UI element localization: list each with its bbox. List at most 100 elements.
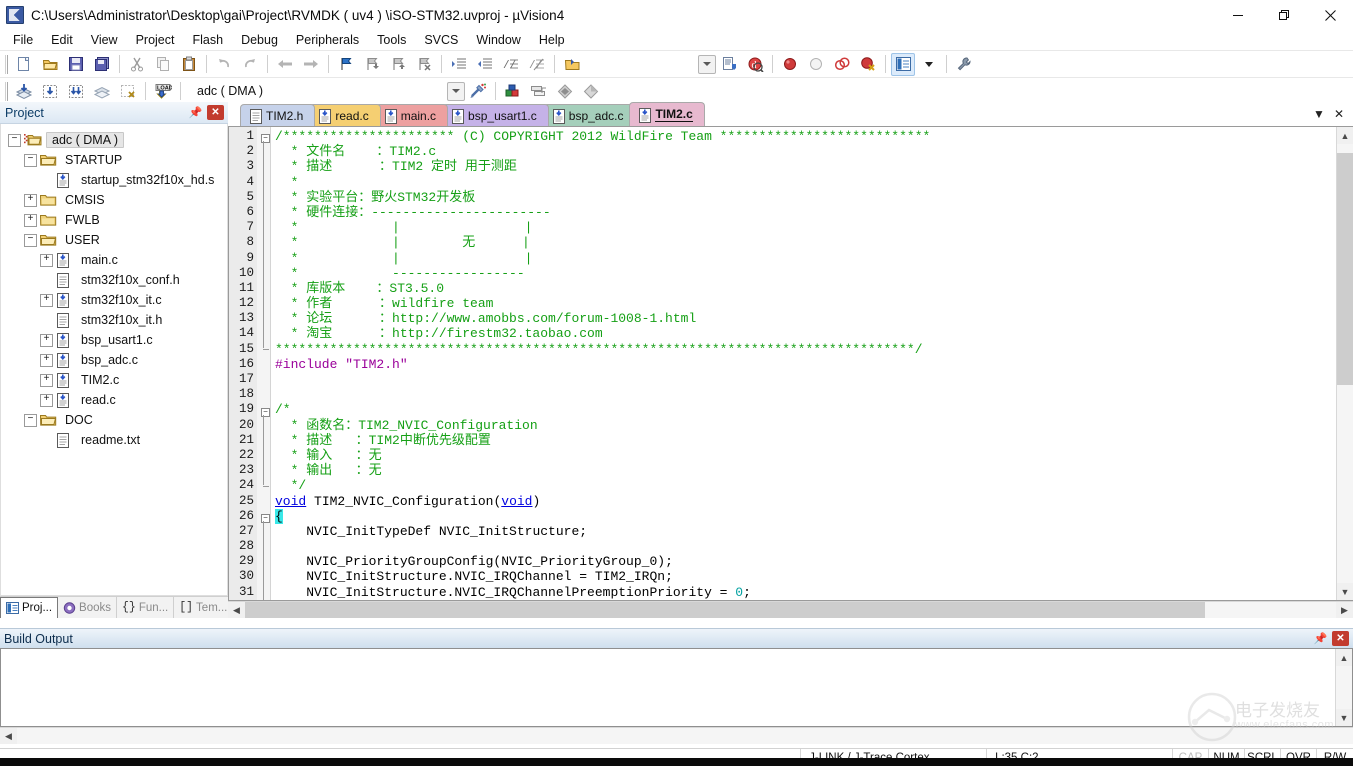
- toolbar-grip[interactable]: [4, 54, 9, 74]
- indent-increase-icon[interactable]: [447, 53, 471, 76]
- debug-start-icon[interactable]: d: [743, 53, 767, 76]
- project-tree[interactable]: − adc ( DMA ) − STARTUP startup_stm32f10x_hd…: [0, 124, 228, 596]
- tree-item-main-c[interactable]: + main.c: [4, 250, 227, 270]
- tree-item-bsp-usart1-c[interactable]: + bsp_usart1.c: [4, 330, 227, 350]
- editor-tab-tim2-h[interactable]: TIM2.h: [240, 104, 316, 126]
- build-output-vertical-scrollbar[interactable]: ▲ ▼: [1335, 649, 1352, 726]
- paste-icon[interactable]: [177, 53, 201, 76]
- tree-item-user[interactable]: − USER: [4, 230, 227, 250]
- uncomment-icon[interactable]: //: [525, 53, 549, 76]
- navigate-back-icon[interactable]: [273, 53, 297, 76]
- tree-item-startup-stm32f10x-hd-s[interactable]: startup_stm32f10x_hd.s: [4, 170, 227, 190]
- bookmark-next-icon[interactable]: [386, 53, 410, 76]
- code-folding-gutter[interactable]: − − −: [257, 127, 271, 600]
- chevron-up-icon[interactable]: ▲: [1337, 127, 1353, 144]
- breakpoint-disable-all-icon[interactable]: [830, 53, 854, 76]
- tree-item-readme-txt[interactable]: readme.txt: [4, 430, 227, 450]
- manage-components-icon[interactable]: [501, 80, 525, 103]
- close-button[interactable]: [1307, 0, 1353, 30]
- build-hscroll-track[interactable]: [17, 728, 1353, 744]
- pin-icon[interactable]: 📌: [1312, 630, 1329, 647]
- tab-templates[interactable]: [] Tem...: [174, 597, 234, 618]
- comment-icon[interactable]: //: [499, 53, 523, 76]
- pack-icon[interactable]: [579, 80, 603, 103]
- cut-icon[interactable]: [125, 53, 149, 76]
- editor-tab-tim2-c[interactable]: TIM2.c: [629, 102, 705, 126]
- save-icon[interactable]: [64, 53, 88, 76]
- navigate-forward-icon[interactable]: [299, 53, 323, 76]
- menu-edit[interactable]: Edit: [42, 32, 82, 48]
- editor-tab-main-c[interactable]: main.c: [374, 104, 449, 126]
- editor-tab-read-c[interactable]: read.c: [309, 104, 381, 126]
- indent-decrease-icon[interactable]: [473, 53, 497, 76]
- expand-toggle-icon[interactable]: +: [40, 253, 53, 267]
- expand-toggle-icon[interactable]: +: [40, 353, 53, 367]
- menu-peripherals[interactable]: Peripherals: [287, 32, 368, 48]
- menu-project[interactable]: Project: [127, 32, 184, 48]
- build-output-text[interactable]: [1, 649, 1335, 726]
- tree-item-stm32f10x-it-h[interactable]: stm32f10x_it.h: [4, 310, 227, 330]
- undo-icon[interactable]: [212, 53, 236, 76]
- tree-item-stm32f10x-conf-h[interactable]: stm32f10x_conf.h: [4, 270, 227, 290]
- editor-tab-bsp-usart1-c[interactable]: bsp_usart1.c: [442, 104, 549, 126]
- chevron-left-icon[interactable]: ◀: [228, 602, 245, 618]
- rebuild-icon[interactable]: [64, 80, 88, 103]
- menu-tools[interactable]: Tools: [368, 32, 415, 48]
- bookmark-prev-icon[interactable]: [360, 53, 384, 76]
- new-file-icon[interactable]: [12, 53, 36, 76]
- collapse-toggle-icon[interactable]: −: [24, 233, 37, 247]
- tree-item-doc[interactable]: − DOC: [4, 410, 227, 430]
- batch-build-icon[interactable]: [90, 80, 114, 103]
- menu-svcs[interactable]: SVCS: [415, 32, 467, 48]
- bookmark-toggle-icon[interactable]: [334, 53, 358, 76]
- translate-icon[interactable]: [12, 80, 36, 103]
- expand-toggle-icon[interactable]: +: [40, 373, 53, 387]
- configure-icon[interactable]: [717, 53, 741, 76]
- download-icon[interactable]: LOAD: [151, 80, 175, 103]
- expand-toggle-icon[interactable]: +: [24, 193, 37, 207]
- close-icon[interactable]: ✕: [1332, 631, 1349, 646]
- caret-down-icon[interactable]: ▼: [1313, 107, 1325, 121]
- build-icon[interactable]: [38, 80, 62, 103]
- chevron-down-icon[interactable]: [447, 81, 465, 101]
- build-output-horizontal-scrollbar[interactable]: ◀: [0, 727, 1353, 744]
- copy-icon[interactable]: [151, 53, 175, 76]
- tab-project[interactable]: Proj...: [0, 597, 59, 618]
- open-folder-icon[interactable]: [38, 53, 62, 76]
- chevron-down-icon[interactable]: ▼: [1336, 709, 1352, 726]
- editor-tab-bsp-adc-c[interactable]: bsp_adc.c: [542, 104, 636, 126]
- stop-build-icon[interactable]: [116, 80, 140, 103]
- chevron-left-icon[interactable]: ◀: [0, 728, 17, 744]
- close-icon[interactable]: ✕: [207, 105, 224, 120]
- project-window-icon[interactable]: [891, 52, 915, 76]
- code-text-area[interactable]: /********************** (C) COPYRIGHT 20…: [271, 127, 1336, 600]
- vscroll-track[interactable]: [1337, 144, 1353, 583]
- build-vscroll-track[interactable]: [1336, 666, 1352, 709]
- target-select-value[interactable]: adc ( DMA ): [191, 80, 319, 102]
- tree-item-fwlb[interactable]: + FWLB: [4, 210, 227, 230]
- expand-toggle-icon[interactable]: +: [40, 333, 53, 347]
- tree-item-read-c[interactable]: + read.c: [4, 390, 227, 410]
- tree-item-tim2-c[interactable]: + TIM2.c: [4, 370, 227, 390]
- wrench-icon[interactable]: [952, 53, 976, 76]
- vscroll-thumb[interactable]: [1337, 152, 1353, 386]
- menu-file[interactable]: File: [4, 32, 42, 48]
- tree-item-cmsis[interactable]: + CMSIS: [4, 190, 227, 210]
- tab-functions[interactable]: {} Fun...: [117, 597, 175, 618]
- collapse-toggle-icon[interactable]: −: [8, 133, 21, 147]
- bookmark-clear-icon[interactable]: [412, 53, 436, 76]
- maximize-button[interactable]: [1261, 0, 1307, 30]
- chevron-up-icon[interactable]: ▲: [1336, 649, 1352, 666]
- editor-horizontal-scrollbar[interactable]: ◀ ▶: [228, 601, 1353, 618]
- caret-down-icon[interactable]: [917, 53, 941, 76]
- collapse-toggle-icon[interactable]: −: [24, 153, 37, 167]
- chevron-right-icon[interactable]: ▶: [1336, 602, 1353, 618]
- breakpoint-kill-all-icon[interactable]: [856, 53, 880, 76]
- editor-vertical-scrollbar[interactable]: ▲ ▼: [1336, 127, 1353, 600]
- toolbar-grip[interactable]: [4, 81, 9, 101]
- tab-books[interactable]: Books: [58, 597, 118, 618]
- menu-flash[interactable]: Flash: [183, 32, 232, 48]
- redo-icon[interactable]: [238, 53, 262, 76]
- close-icon[interactable]: ✕: [1334, 107, 1344, 121]
- breakpoint-insert-icon[interactable]: [778, 53, 802, 76]
